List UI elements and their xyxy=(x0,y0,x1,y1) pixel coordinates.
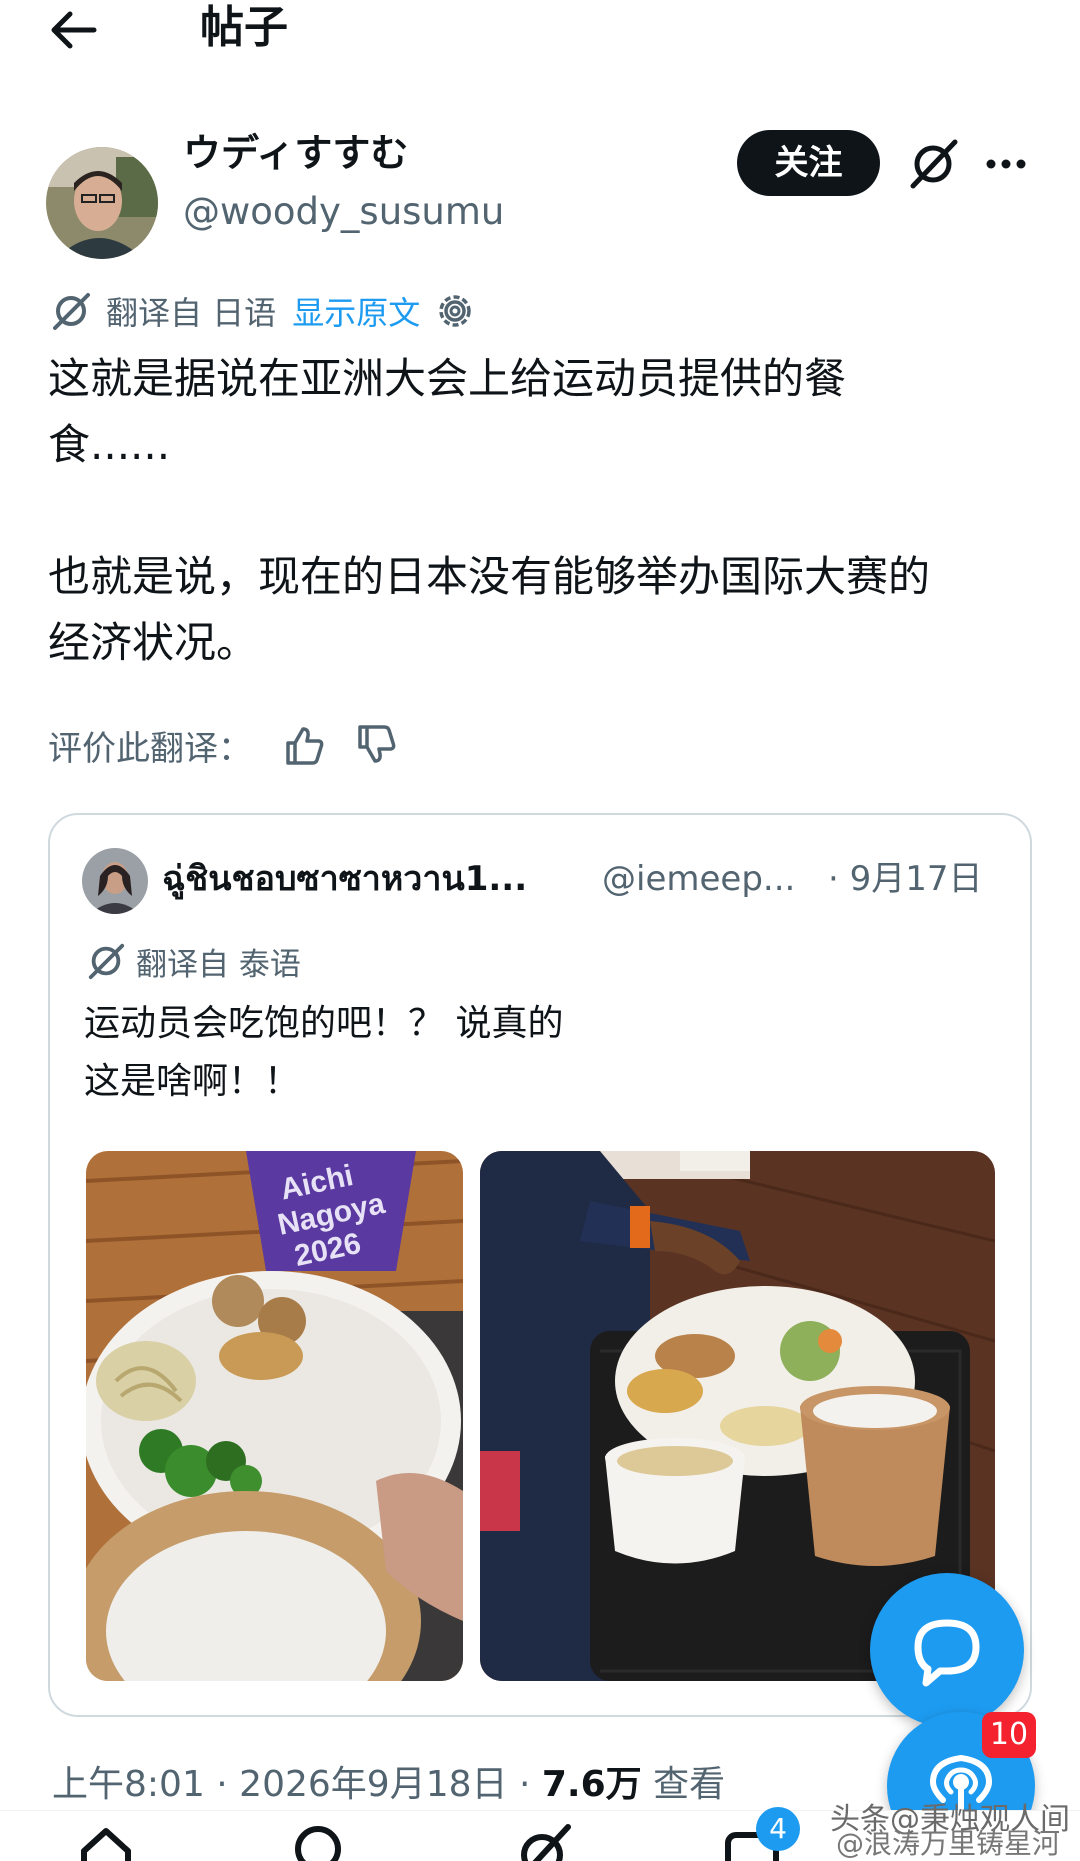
quote-author-avatar xyxy=(82,848,148,914)
more-icon[interactable] xyxy=(985,158,1027,170)
rate-translation-label: 评价此翻译： xyxy=(48,728,252,769)
views-count: 7.6万 xyxy=(541,1764,642,1805)
rate-translation: 评价此翻译： xyxy=(48,720,398,770)
timestamp-text: 上午8:01 · 2026年9月18日 · xyxy=(52,1764,542,1805)
quote-author-handle: @iemeep... xyxy=(602,859,796,899)
translate-icon xyxy=(88,943,125,980)
translated-from-label: 翻译自 日语 xyxy=(106,294,277,332)
reply-icon xyxy=(914,1619,980,1687)
spaces-badge: 10 xyxy=(982,1712,1036,1758)
translation-info: 翻译自 日语 显示原文 xyxy=(50,288,476,334)
author-handle[interactable]: @woody_susumu xyxy=(183,188,504,236)
food-photo-1[interactable]: Aichi Nagoya 2026 xyxy=(86,1151,463,1681)
settings-icon[interactable] xyxy=(434,290,476,332)
search-icon[interactable] xyxy=(290,1821,350,1861)
thumbs-up-icon[interactable] xyxy=(282,723,326,767)
reply-fab[interactable] xyxy=(870,1573,1024,1727)
quote-translation-info: 翻译自 泰语 xyxy=(86,939,301,983)
notification-badge: 4 xyxy=(756,1807,800,1851)
top-bar: 帖子 xyxy=(0,0,1080,70)
quote-text: 运动员会吃饱的吧！？ 说真的 这是啥啊！！ xyxy=(84,1003,564,1102)
author-avatar[interactable] xyxy=(46,147,158,259)
views-label: 查看 xyxy=(641,1764,726,1805)
translate-icon xyxy=(53,293,90,330)
watermark-line-2: @浪涛万里铸星河 xyxy=(836,1827,1061,1860)
quote-author-name: ฉู่ชินชอบซาซาหวาน1... xyxy=(162,859,528,899)
post-timestamp: 上午8:01 · 2026年9月18日 · 7.6万 查看 xyxy=(52,1760,725,1810)
author-name[interactable]: ウディすすむ xyxy=(183,128,408,178)
grok-icon[interactable] xyxy=(905,136,961,192)
follow-button[interactable]: 关注 xyxy=(737,130,880,196)
thumbs-down-icon[interactable] xyxy=(354,723,398,767)
grok-nav-icon[interactable] xyxy=(512,1821,572,1861)
post-text: 这就是据说在亚洲大会上给运动员提供的餐 食...... 也就是说，现在的日本没有… xyxy=(48,354,931,667)
page-title: 帖子 xyxy=(200,2,288,53)
home-icon[interactable] xyxy=(76,1821,136,1861)
show-original-link[interactable]: 显示原文 xyxy=(292,288,420,334)
quote-date: · 9月17日 xyxy=(828,859,983,899)
quote-translated-from-label: 翻译自 泰语 xyxy=(136,946,301,983)
back-arrow-icon[interactable] xyxy=(48,10,98,50)
